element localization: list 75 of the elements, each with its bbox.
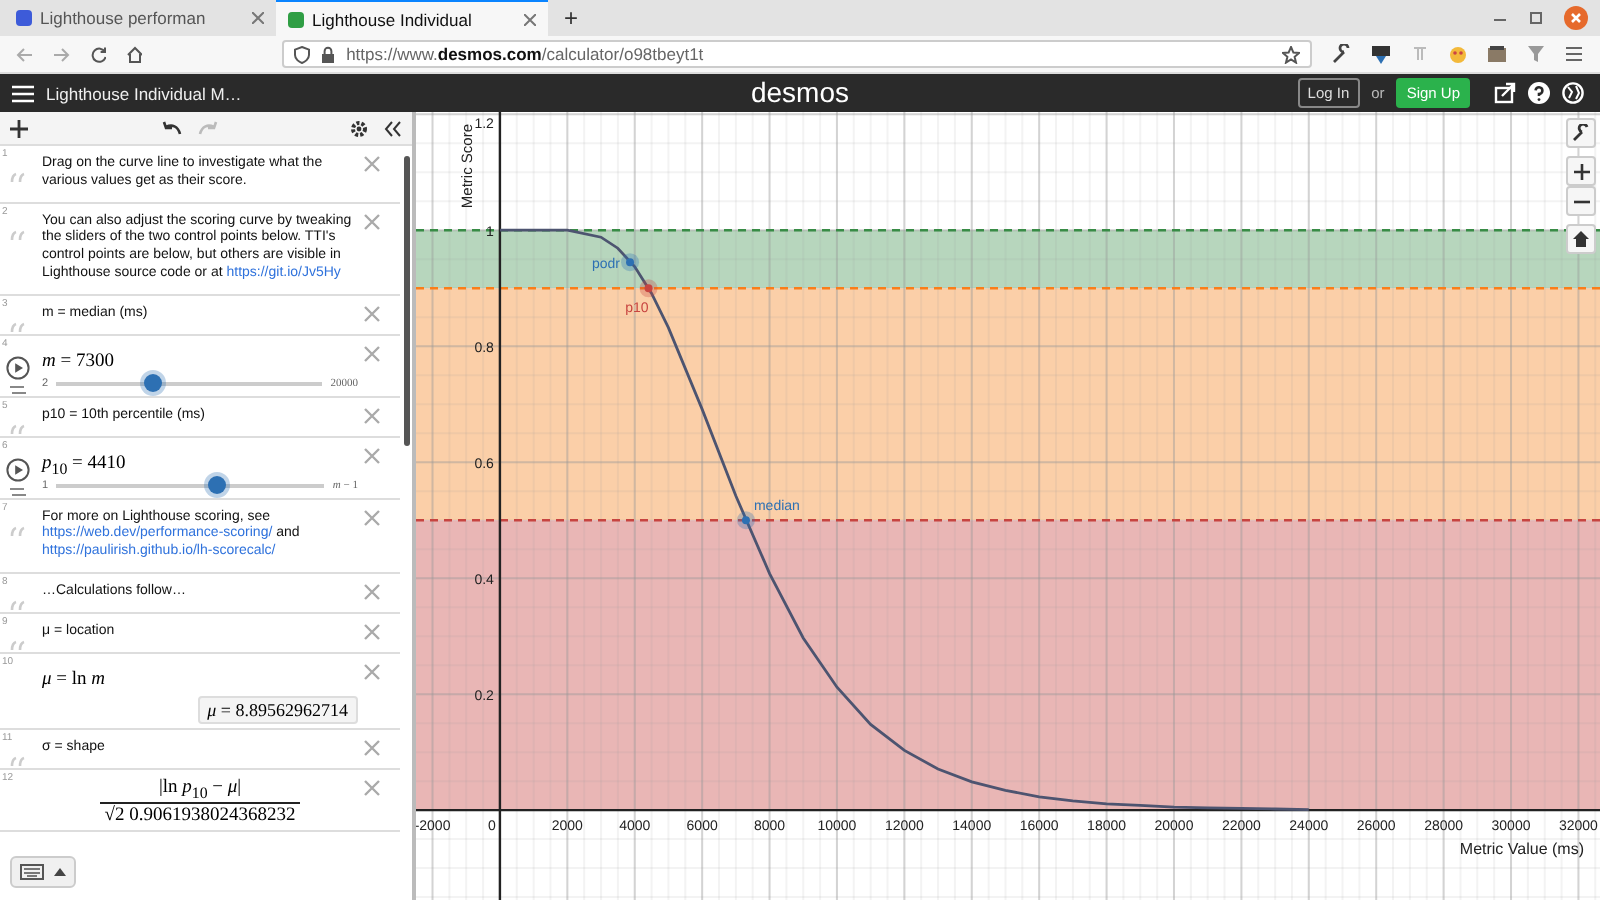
delete-icon[interactable] [364,779,380,796]
collapse-icon[interactable] [384,119,402,137]
favicon-icon [16,10,32,26]
home-button[interactable] [1566,224,1596,254]
slider-thumb[interactable] [208,475,227,493]
quote-icon [10,423,26,435]
bookmark-star-icon[interactable] [1282,45,1301,63]
keyboard-button[interactable] [10,856,76,888]
quote-icon [10,321,26,333]
delete-icon[interactable] [364,663,380,680]
restore-icon[interactable] [1528,10,1544,26]
point-marker[interactable] [621,253,639,272]
delete-icon[interactable] [364,305,380,321]
scrollbar[interactable] [404,156,410,446]
zoom-out-button[interactable] [1566,186,1596,216]
close-icon[interactable] [1564,6,1588,30]
desmos-logo: desmos [750,76,850,108]
delete-icon[interactable] [364,447,380,463]
close-icon[interactable] [524,13,536,25]
plus-icon [1573,163,1589,179]
graph-title: Lighthouse Individual M… [46,83,242,103]
quote-icon [10,755,26,768]
repeat-icon[interactable] [10,383,26,395]
extension-icon[interactable] [1370,43,1393,65]
delete-icon[interactable] [364,156,380,172]
evaluation-result: μ = 8.89562962714 [197,695,358,724]
delete-icon[interactable] [364,509,380,525]
close-icon[interactable] [252,12,264,24]
repeat-icon[interactable] [10,485,26,497]
home-icon [1572,230,1590,248]
favicon-icon [288,11,304,27]
x-axis-title: Metric Value (ms) [1459,840,1584,859]
settings-button[interactable] [1566,118,1596,148]
fraction-denominator[interactable]: √2 0.9061938024368232 [100,801,300,826]
zoom-in-button[interactable] [1566,156,1596,186]
shield-icon [294,45,311,63]
delete-icon[interactable] [364,583,380,600]
math-expression[interactable]: μ = ln m [42,669,106,690]
add-icon[interactable] [10,119,28,137]
address-bar[interactable]: https://www.desmos.com/calculator/o98tbeyt1t [282,40,1313,68]
extension-icon[interactable] [1486,43,1509,65]
delete-icon[interactable] [364,213,380,229]
quote-icon [10,599,26,612]
funnel-icon[interactable] [1526,44,1547,64]
browser-tab[interactable]: Lighthouse Individual [276,0,548,36]
delete-icon[interactable] [364,345,380,361]
point-marker[interactable] [736,511,755,530]
play-icon[interactable] [6,457,30,481]
quote-icon [10,639,26,652]
point-marker[interactable] [639,279,658,298]
delete-icon[interactable] [364,623,380,640]
slider-thumb[interactable] [144,373,163,391]
delete-icon[interactable] [364,407,380,423]
help-icon[interactable] [1528,82,1550,104]
quote-icon [10,229,26,241]
quote-icon [10,172,26,184]
keyboard-icon [20,864,44,880]
quote-icon [10,525,26,537]
caret-icon [54,868,66,876]
math-expression[interactable]: p$_{10}$ = 4410 [42,453,126,477]
math-expression[interactable]: m = 7300 [42,351,114,371]
lock-icon [320,45,337,63]
emoji-icon[interactable] [1448,44,1469,64]
new-tab-button[interactable]: + [548,0,595,36]
fraction-numerator[interactable]: |ln p$_{10}$ − μ| [150,777,250,802]
settings-icon[interactable] [350,119,368,137]
wrench-icon[interactable] [1332,44,1353,64]
undo-icon[interactable] [161,120,181,136]
share-icon[interactable] [1494,82,1516,104]
reload-icon[interactable] [89,45,106,63]
wrench-icon [1572,124,1590,142]
play-icon[interactable] [6,355,30,379]
browser-tab[interactable]: Lighthouse performan [4,0,276,36]
delete-icon[interactable] [364,739,380,756]
home-icon[interactable] [125,45,143,63]
